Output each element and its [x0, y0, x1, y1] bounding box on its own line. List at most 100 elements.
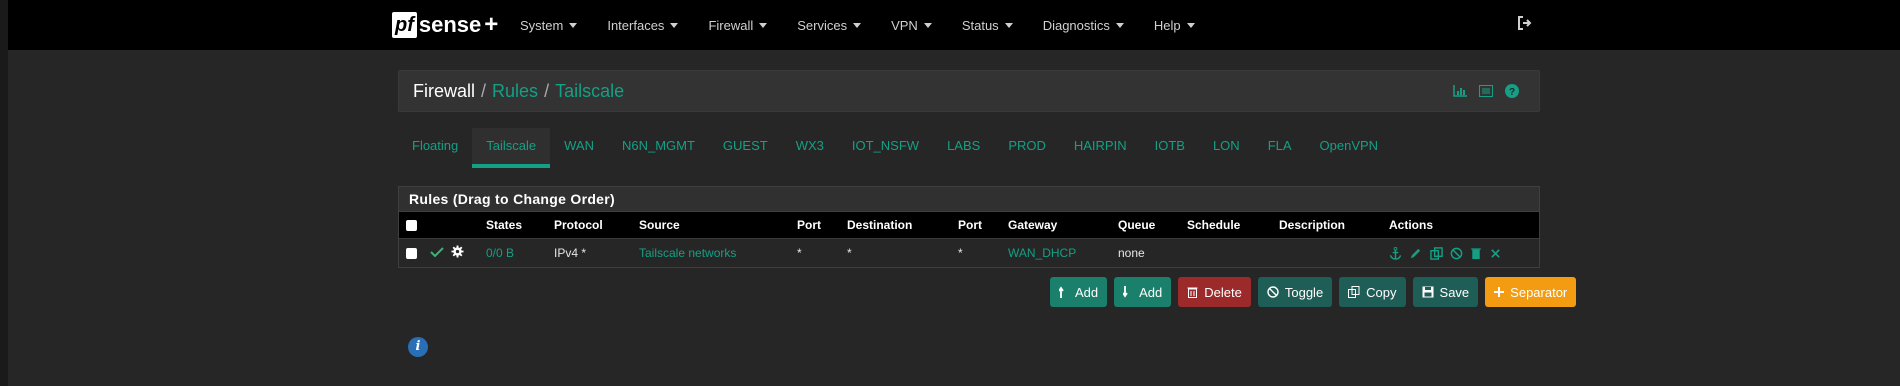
menu-diagnostics[interactable]: Diagnostics	[1043, 18, 1124, 33]
row-actions	[1389, 238, 1539, 266]
menu-vpn-label: VPN	[891, 17, 918, 33]
tab-lon[interactable]: LON	[1199, 128, 1254, 168]
tab-tailscale[interactable]: Tailscale	[472, 128, 551, 168]
row-source[interactable]: Tailscale networks	[639, 238, 797, 266]
breadcrumb-firewall: Firewall	[413, 81, 476, 101]
row-status-cell	[430, 238, 486, 266]
breadcrumb-separator: /	[544, 81, 550, 101]
breadcrumb-tailscale[interactable]: Tailscale	[555, 81, 624, 102]
menu-firewall[interactable]: Firewall	[708, 17, 768, 33]
select-all-cell	[399, 212, 430, 239]
row-destination: *	[847, 238, 958, 266]
logout-icon[interactable]	[1517, 15, 1535, 33]
table-row[interactable]: 0/0 B IPv4 * Tailscale networks * * * WA…	[399, 238, 1539, 266]
edit-pencil-icon[interactable]	[1409, 247, 1422, 260]
separator-label: Separator	[1510, 284, 1568, 300]
tab-openvpn[interactable]: OpenVPN	[1306, 128, 1393, 168]
logs-list-icon[interactable]	[1479, 85, 1493, 97]
tab-wan[interactable]: WAN	[550, 128, 608, 168]
arrow-down-turn-icon	[1123, 286, 1128, 298]
gear-icon[interactable]	[451, 244, 464, 261]
pfsense-logo[interactable]: pf sense +	[392, 8, 498, 42]
tab-prod[interactable]: PROD	[994, 128, 1060, 168]
gateway-header: Gateway	[1008, 212, 1118, 239]
row-description	[1279, 238, 1389, 266]
delete-x-icon[interactable]	[1490, 248, 1501, 259]
schedule-header: Schedule	[1187, 212, 1279, 239]
table-header: States Protocol Source Port Destination …	[399, 212, 1539, 239]
menu-diagnostics-label: Diagnostics	[1042, 17, 1110, 33]
status-chart-icon[interactable]	[1453, 85, 1467, 97]
breadcrumb-rules[interactable]: Rules	[492, 81, 538, 102]
breadcrumb-panel: Firewall / Rules / Tailscale ?	[398, 70, 1540, 112]
copy-rule-icon[interactable]	[1429, 246, 1443, 260]
ban-icon	[1267, 286, 1279, 298]
tab-n6n-mgmt[interactable]: N6N_MGMT	[608, 128, 709, 168]
trash-icon[interactable]	[1470, 247, 1482, 260]
menu-services[interactable]: Services	[797, 17, 862, 33]
menu-interfaces[interactable]: Interfaces	[607, 17, 679, 33]
tab-floating[interactable]: Floating	[398, 128, 472, 168]
breadcrumb: Firewall / Rules / Tailscale	[413, 81, 624, 102]
actions-header: Actions	[1389, 212, 1539, 239]
copy-label: Copy	[1366, 284, 1397, 300]
menu-interfaces-label: Interfaces	[607, 17, 665, 33]
tab-fla[interactable]: FLA	[1254, 128, 1306, 168]
trash-icon	[1187, 287, 1198, 298]
menu-services-label: Services	[797, 17, 848, 33]
protocol-header: Protocol	[554, 212, 639, 239]
row-gateway[interactable]: WAN_DHCP	[1008, 238, 1118, 266]
toggle-button[interactable]: Toggle	[1257, 277, 1333, 307]
menu-status-label: Status	[961, 17, 999, 33]
logo-pf: pf	[392, 12, 417, 38]
copy-button[interactable]: Copy	[1339, 277, 1406, 307]
row-dest-port: *	[958, 238, 1008, 266]
select-all-checkbox[interactable]	[406, 220, 417, 232]
main-menu: System Interfaces Firewall Services VPN …	[520, 0, 1225, 50]
delete-button[interactable]: Delete	[1178, 277, 1251, 307]
menu-help-label: Help	[1153, 17, 1181, 33]
menu-vpn[interactable]: VPN	[891, 18, 932, 33]
menu-system-label: System	[520, 17, 564, 33]
tab-hairpin[interactable]: HAIRPIN	[1060, 128, 1141, 168]
status-header	[430, 212, 486, 239]
caret-down-icon	[923, 22, 932, 28]
states-header: States	[486, 212, 554, 239]
rules-heading: Rules (Drag to Change Order)	[399, 187, 1539, 212]
help-icon[interactable]: ?	[1505, 84, 1519, 98]
tab-guest[interactable]: GUEST	[709, 128, 782, 168]
dest-port-header: Port	[958, 212, 1008, 239]
add-separator-button[interactable]: Separator	[1485, 277, 1577, 307]
save-disk-icon	[1422, 286, 1434, 298]
menu-system[interactable]: System	[520, 17, 578, 33]
add-top-button[interactable]: Add	[1050, 277, 1108, 307]
window-edge	[0, 0, 8, 386]
menu-firewall-label: Firewall	[708, 17, 754, 33]
row-checkbox[interactable]	[406, 247, 417, 259]
logo-sense: sense	[418, 12, 482, 37]
destination-header: Destination	[847, 212, 958, 239]
logo-plus: +	[484, 11, 499, 38]
tab-iot-nsfw[interactable]: IOT_NSFW	[838, 128, 933, 168]
menu-help[interactable]: Help	[1154, 18, 1195, 33]
info-icon[interactable]: i	[408, 337, 428, 357]
anchor-icon[interactable]	[1389, 246, 1402, 260]
row-select-cell	[399, 238, 430, 266]
port-header: Port	[797, 212, 847, 239]
row-schedule	[1187, 238, 1279, 266]
tab-iotb[interactable]: IOTB	[1141, 128, 1199, 168]
tab-labs[interactable]: LABS	[933, 128, 994, 168]
add-bottom-button[interactable]: Add	[1114, 277, 1172, 307]
queue-header: Queue	[1118, 212, 1187, 239]
rules-panel: Rules (Drag to Change Order) States Prot…	[398, 186, 1540, 268]
caret-down-icon	[759, 22, 768, 28]
interface-tabs: Floating Tailscale WAN N6N_MGMT GUEST WX…	[398, 128, 1392, 168]
menu-status[interactable]: Status	[962, 18, 1013, 33]
row-states[interactable]: 0/0 B	[486, 238, 554, 266]
save-button[interactable]: Save	[1412, 277, 1479, 307]
tab-wx3[interactable]: WX3	[782, 128, 838, 168]
add-top-label: Add	[1075, 284, 1099, 300]
disable-ban-icon[interactable]	[1450, 247, 1463, 260]
caret-down-icon	[569, 22, 578, 28]
caret-down-icon	[1115, 22, 1124, 28]
